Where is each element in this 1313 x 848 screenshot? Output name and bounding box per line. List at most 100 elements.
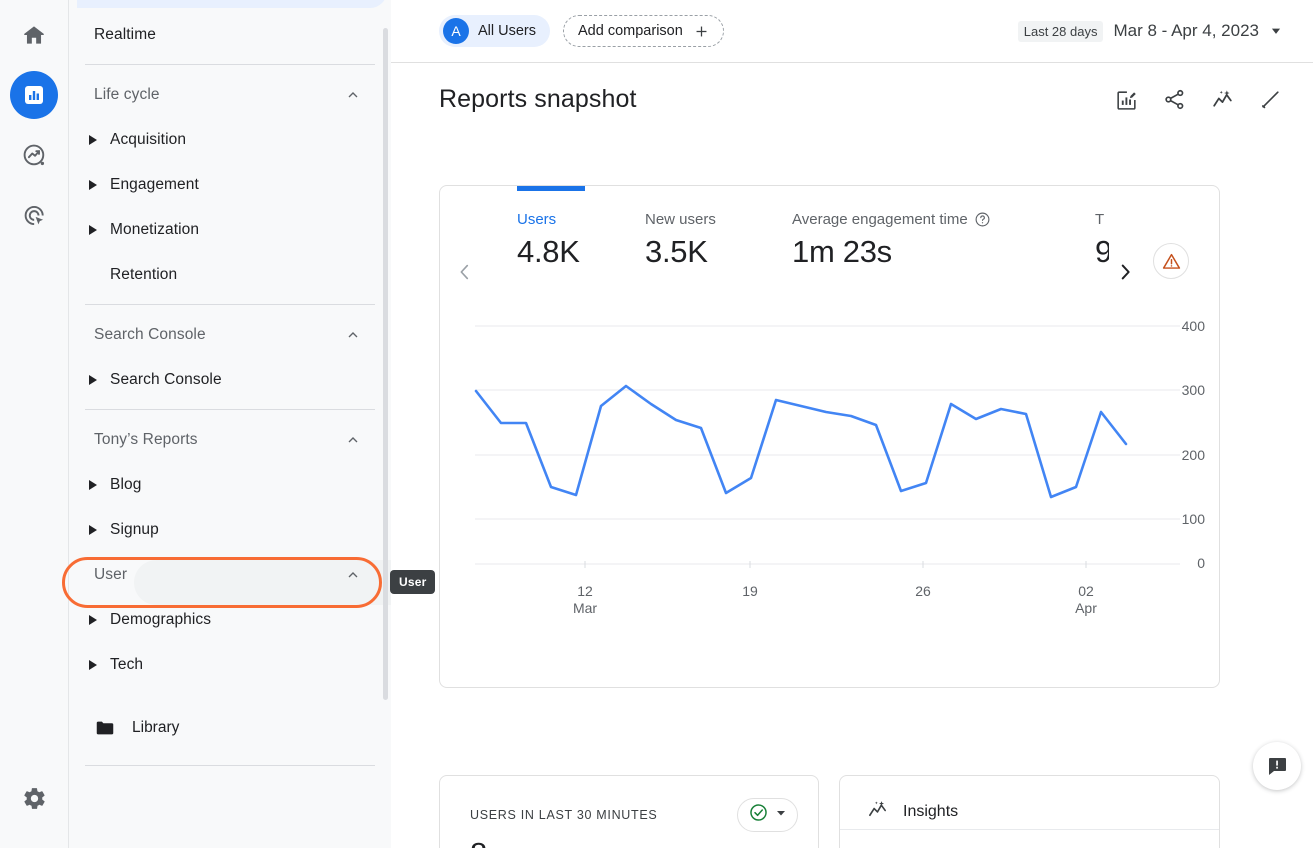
svg-text:Apr: Apr xyxy=(1075,600,1097,616)
sidebar-item-library[interactable]: Library xyxy=(69,705,377,751)
check-circle-icon xyxy=(748,802,769,828)
date-range-selector[interactable]: Last 28 days Mar 8 - Apr 4, 2023 xyxy=(1017,20,1283,42)
customize-report-icon[interactable] xyxy=(1114,87,1139,112)
sidebar-item-blog[interactable]: Blog xyxy=(69,462,377,507)
sidebar-section-label: Search Console xyxy=(94,325,206,343)
sidebar-item-engagement[interactable]: Engagement xyxy=(69,162,377,207)
realtime-status-dropdown[interactable] xyxy=(737,798,798,832)
plus-icon xyxy=(693,23,709,39)
caret-right-icon xyxy=(86,223,100,237)
svg-text:300: 300 xyxy=(1182,382,1206,398)
svg-text:19: 19 xyxy=(742,583,758,599)
sidebar-divider xyxy=(85,64,375,65)
data-warning-badge[interactable] xyxy=(1153,243,1189,279)
home-icon[interactable] xyxy=(10,11,58,59)
share-icon[interactable] xyxy=(1162,87,1187,112)
chart-gridlines xyxy=(475,325,1180,565)
add-comparison-button[interactable]: Add comparison xyxy=(563,15,724,47)
folder-icon xyxy=(94,717,116,739)
sidebar-item-search-console[interactable]: Search Console xyxy=(69,357,377,402)
svg-text:0: 0 xyxy=(1197,555,1205,571)
caret-right-icon xyxy=(86,658,100,672)
sidebar-item-acquisition[interactable]: Acquisition xyxy=(69,117,377,162)
sidebar-item-label: Acquisition xyxy=(110,130,187,148)
svg-text:100: 100 xyxy=(1182,511,1206,527)
sidebar-section-label: Tony’s Reports xyxy=(94,430,198,448)
sidebar-item-label: Retention xyxy=(110,265,178,283)
explore-icon[interactable] xyxy=(10,131,58,179)
feedback-button[interactable] xyxy=(1253,742,1301,790)
caret-right-icon xyxy=(86,178,100,192)
metric-label: T xyxy=(1095,211,1105,228)
sidebar-section-search-console[interactable]: Search Console xyxy=(69,312,377,357)
chart-svg: 400 300 200 100 0 12Mar 19 26 02Apr xyxy=(474,318,1206,616)
sidebar-scrollbar[interactable] xyxy=(383,28,388,700)
metric-users[interactable]: Users 4.8K xyxy=(517,211,580,270)
svg-text:Mar: Mar xyxy=(573,600,597,616)
chart-x-axis-labels: 12Mar 19 26 02Apr xyxy=(573,561,1097,616)
svg-text:02: 02 xyxy=(1078,583,1094,599)
sidebar-item-label: Blog xyxy=(110,475,142,493)
sidebar-item-label: Library xyxy=(132,719,180,736)
date-range-label: Mar 8 - Apr 4, 2023 xyxy=(1113,21,1259,40)
insights-sparkle-icon xyxy=(866,798,889,826)
edit-icon[interactable] xyxy=(1258,87,1283,112)
reports-icon[interactable] xyxy=(10,71,58,119)
date-preset-label: Last 28 days xyxy=(1017,20,1104,42)
metric-value: 3.5K xyxy=(645,234,708,269)
previous-metrics-button[interactable] xyxy=(452,259,478,285)
all-users-label: All Users xyxy=(478,23,537,39)
chevron-up-icon xyxy=(345,432,361,448)
svg-text:400: 400 xyxy=(1182,318,1206,334)
metric-label: New users xyxy=(645,211,716,228)
sidebar-item-label: Demographics xyxy=(110,610,212,628)
sidebar-item-signup[interactable]: Signup xyxy=(69,507,377,552)
metric-label: Users xyxy=(517,211,557,228)
caret-down-icon xyxy=(1269,24,1283,38)
chevron-up-icon xyxy=(345,567,361,583)
all-users-chip[interactable]: A All Users xyxy=(439,15,551,47)
sidebar-section-tonys-reports[interactable]: Tony’s Reports xyxy=(69,417,377,462)
advertising-icon[interactable] xyxy=(10,191,58,239)
metric-strip: Users 4.8K New users 3.5K Average engage… xyxy=(440,211,1219,296)
svg-text:26: 26 xyxy=(915,583,931,599)
insights-card: Insights xyxy=(839,775,1220,848)
sidebar-item-label: Engagement xyxy=(110,175,199,193)
metric-value: 1m 23s xyxy=(792,234,892,269)
sidebar-item-tech[interactable]: Tech xyxy=(69,642,377,687)
realtime-card-title: USERS IN LAST 30 MINUTES xyxy=(470,808,658,822)
realtime-user-count: 8 xyxy=(440,836,818,848)
svg-text:200: 200 xyxy=(1182,447,1206,463)
sidebar-item-retention[interactable]: Retention xyxy=(69,252,377,297)
sidebar-divider xyxy=(85,304,375,305)
caret-right-icon xyxy=(86,613,100,627)
chart-y-axis-labels: 400 300 200 100 0 xyxy=(1182,318,1206,571)
sidebar-section-user[interactable]: User xyxy=(69,552,377,597)
sidebar-item-realtime[interactable]: Realtime xyxy=(69,12,377,57)
insights-icon[interactable] xyxy=(1210,87,1235,112)
sidebar-item-label: Search Console xyxy=(110,370,222,388)
chevron-up-icon xyxy=(345,87,361,103)
user-tooltip: User xyxy=(390,570,436,594)
analytics-reports-snapshot-page: Realtime Life cycle Acquisition Engageme… xyxy=(0,0,1313,848)
gear-icon[interactable] xyxy=(10,774,58,822)
sidebar-item-monetization[interactable]: Monetization xyxy=(69,207,377,252)
sidebar-nav-list: Realtime Life cycle Acquisition Engageme… xyxy=(69,0,391,766)
metric-average-engagement-time[interactable]: Average engagement time 1m 23s xyxy=(792,211,991,270)
reports-sidebar: Realtime Life cycle Acquisition Engageme… xyxy=(69,0,391,848)
realtime-card: USERS IN LAST 30 MINUTES 8 xyxy=(439,775,819,848)
sidebar-section-label: Life cycle xyxy=(94,85,160,103)
metric-new-users[interactable]: New users 3.5K xyxy=(645,211,716,270)
insights-card-divider xyxy=(840,829,1219,830)
sidebar-section-life-cycle[interactable]: Life cycle xyxy=(69,72,377,117)
metric-value: 9 xyxy=(1095,234,1109,270)
help-icon[interactable] xyxy=(974,211,991,228)
metric-clipped[interactable]: T 9 xyxy=(1095,211,1109,270)
next-metrics-button[interactable] xyxy=(1112,259,1138,285)
caret-down-icon xyxy=(775,806,787,824)
users-over-time-chart: 400 300 200 100 0 12 Mar 19 26 02 Apr xyxy=(440,306,1219,616)
main-content: A All Users Add comparison Last 28 days … xyxy=(391,0,1313,848)
top-toolbar: A All Users Add comparison Last 28 days … xyxy=(391,0,1313,63)
caret-right-icon xyxy=(86,133,100,147)
page-actions xyxy=(1114,87,1283,112)
